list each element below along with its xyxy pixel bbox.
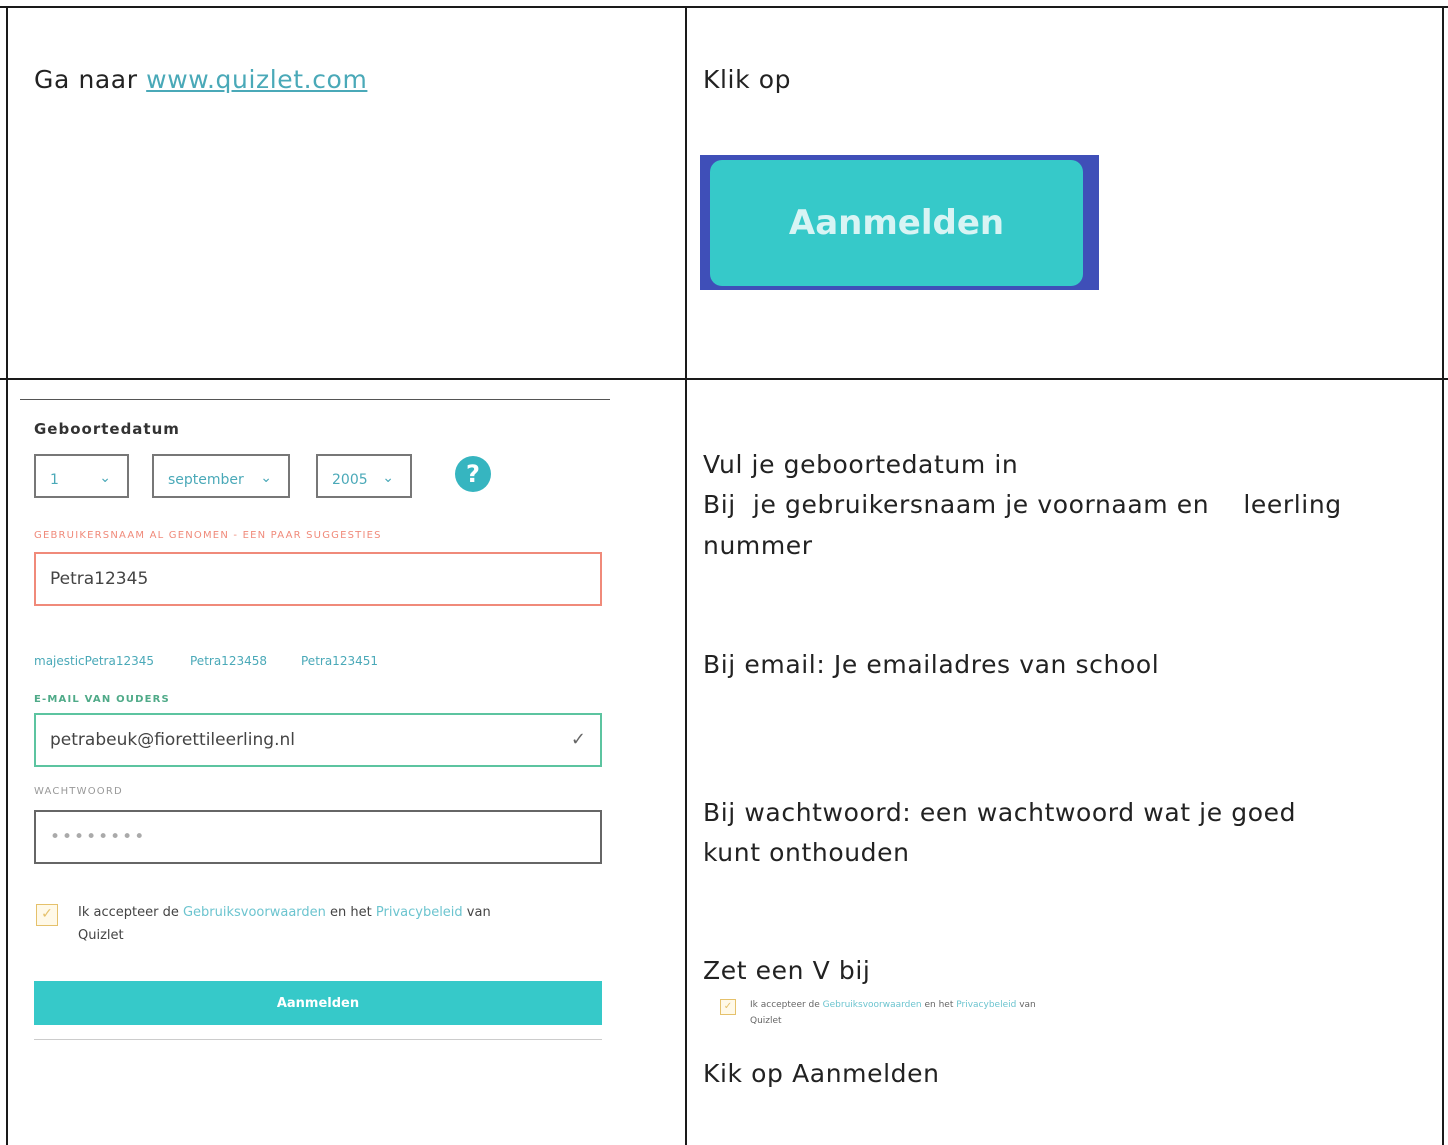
terms-suffix: van: [1016, 1000, 1036, 1010]
checkmark-icon: ✓: [570, 729, 586, 750]
chevron-down-icon: ⌄: [382, 470, 394, 486]
goto-prefix: Ga naar: [34, 65, 147, 94]
month-value: september: [168, 472, 244, 488]
help-icon[interactable]: ?: [455, 456, 491, 492]
instruction-username-cont: nummer: [703, 531, 813, 560]
suggestion-1[interactable]: majesticPetra12345: [34, 654, 154, 668]
terms-suffix: van: [462, 905, 491, 920]
table-border-left: [6, 6, 8, 1145]
username-input[interactable]: Petra12345: [34, 552, 602, 606]
instruction-password-cont: kunt onthouden: [703, 838, 910, 867]
terms-text-line2: Quizlet: [78, 928, 124, 943]
email-label: E-MAIL VAN OUDERS: [34, 694, 170, 705]
password-label: WACHTWOORD: [34, 786, 123, 797]
table-border-right: [1442, 6, 1444, 1145]
terms-mid: en het: [921, 1000, 957, 1010]
year-select[interactable]: 2005 ⌄: [316, 454, 412, 498]
checkbox-icon[interactable]: ✓: [36, 904, 58, 926]
instruction-birthdate: Vul je geboortedatum in: [703, 450, 1019, 479]
year-value: 2005: [332, 472, 368, 488]
terms-link: Gebruiksvoorwaarden: [822, 1000, 922, 1010]
username-error-label: GEBRUIKERSNAAM AL GENOMEN - EEN PAAR SUG…: [34, 530, 382, 541]
email-value: petrabeuk@fiorettileerling.nl: [50, 730, 295, 750]
aanmelden-button-screenshot: Aanmelden: [700, 155, 1099, 290]
birthdate-label: Geboortedatum: [34, 420, 180, 438]
submit-button[interactable]: Aanmelden: [34, 981, 602, 1025]
chevron-down-icon: ⌄: [260, 470, 272, 486]
password-value: ••••••••: [50, 827, 147, 847]
form-bottom-divider: [34, 1039, 602, 1040]
suggestion-2[interactable]: Petra123458: [190, 654, 267, 668]
username-value: Petra12345: [50, 569, 149, 589]
day-value: 1: [50, 472, 59, 488]
instruction-submit: Kik op Aanmelden: [703, 1059, 940, 1088]
terms-snippet-screenshot: ✓ Ik accepteer de Gebruiksvoorwaarden en…: [720, 998, 1150, 1038]
instruction-username: Bij je gebruikersnaam je voornaam en lee…: [703, 490, 1342, 519]
password-input[interactable]: ••••••••: [34, 810, 602, 864]
table-divider-vertical: [685, 6, 687, 1145]
signup-form-screenshot: Geboortedatum 1 ⌄ september ⌄ 2005 ⌄ ? G…: [20, 402, 620, 1042]
privacy-link: Privacybeleid: [956, 1000, 1017, 1010]
terms-prefix: Ik accepteer de: [78, 905, 183, 920]
chevron-down-icon: ⌄: [99, 470, 111, 486]
aanmelden-button[interactable]: Aanmelden: [710, 160, 1083, 286]
quizlet-link[interactable]: www.quizlet.com: [146, 65, 367, 94]
month-select[interactable]: september ⌄: [152, 454, 290, 498]
form-screenshot-top-edge: [20, 399, 610, 400]
table-border-top: [0, 6, 1448, 8]
terms-text: Ik accepteer de Gebruiksvoorwaarden en h…: [78, 905, 491, 920]
checkbox-icon: ✓: [720, 999, 736, 1015]
day-select[interactable]: 1 ⌄: [34, 454, 129, 498]
terms-snippet-text: Ik accepteer de Gebruiksvoorwaarden en h…: [750, 1000, 1036, 1010]
terms-mid: en het: [325, 905, 376, 920]
email-input[interactable]: petrabeuk@fiorettileerling.nl ✓: [34, 713, 602, 767]
step-click-text: Klik op: [703, 65, 792, 94]
table-divider-horizontal: [0, 378, 1448, 380]
terms-link[interactable]: Gebruiksvoorwaarden: [183, 905, 326, 920]
privacy-link[interactable]: Privacybeleid: [376, 905, 463, 920]
terms-snippet-line2: Quizlet: [750, 1016, 782, 1026]
step-goto-text: Ga naar www.quizlet.com: [34, 62, 367, 98]
terms-prefix: Ik accepteer de: [750, 1000, 823, 1010]
instruction-checkbox: Zet een V bij: [703, 956, 871, 985]
instruction-email: Bij email: Je emailadres van school: [703, 650, 1160, 679]
instruction-password: Bij wachtwoord: een wachtwoord wat je go…: [703, 798, 1297, 827]
suggestion-3[interactable]: Petra123451: [301, 654, 378, 668]
